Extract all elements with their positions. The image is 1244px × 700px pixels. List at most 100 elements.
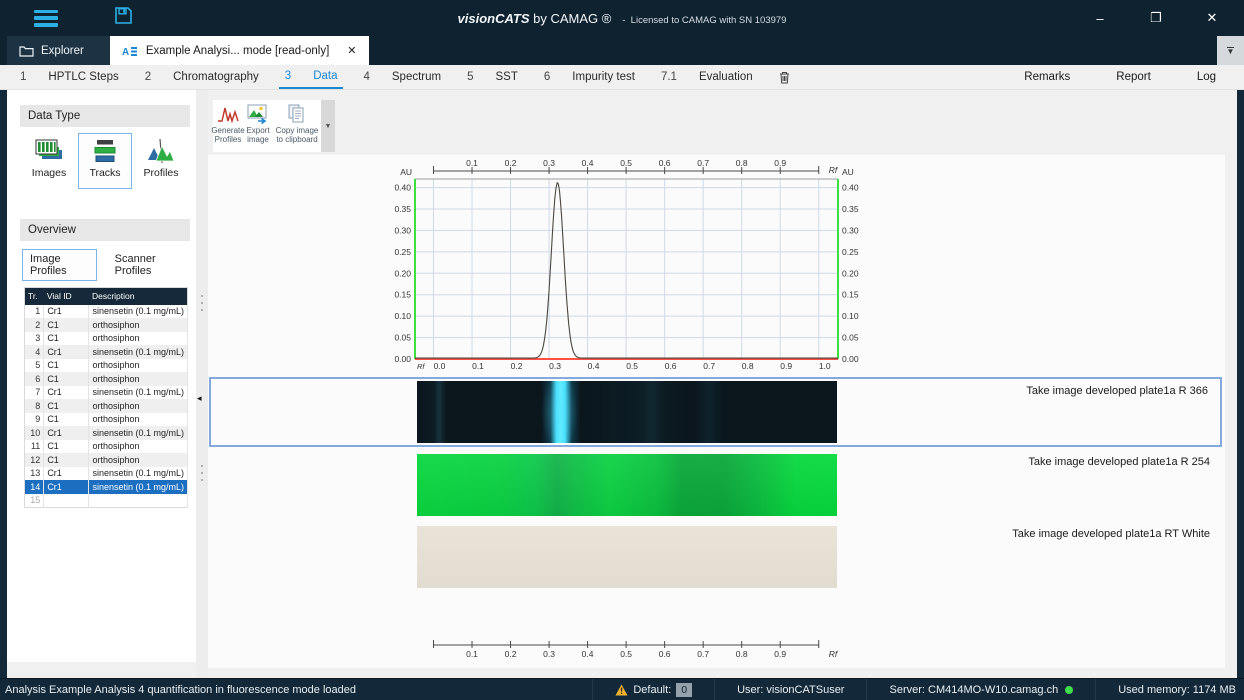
step-sst[interactable]: 5SST: [461, 65, 524, 89]
track-image-caption: Take image developed plate1a R 366: [1026, 385, 1208, 397]
svg-text:0.00: 0.00: [842, 354, 859, 364]
toolbar-scrollbar[interactable]: ▼: [321, 100, 335, 152]
svg-text:1.0: 1.0: [819, 361, 831, 371]
svg-text:0.40: 0.40: [394, 183, 411, 193]
restore-button[interactable]: ❐: [1146, 10, 1166, 26]
table-row[interactable]: 1Cr1sinensetin (0.1 mg/mL): [25, 305, 188, 319]
step-spectrum[interactable]: 4Spectrum: [357, 65, 447, 89]
svg-text:Rf: Rf: [829, 649, 839, 659]
step-hptlc-steps[interactable]: 1HPTLC Steps: [14, 65, 125, 89]
svg-text:0.10: 0.10: [842, 311, 859, 321]
svg-text:0.00: 0.00: [394, 354, 411, 364]
svg-text:0.3: 0.3: [543, 649, 555, 659]
svg-text:0.25: 0.25: [842, 247, 859, 257]
svg-text:0.35: 0.35: [842, 204, 859, 214]
svg-text:0.2: 0.2: [505, 649, 517, 659]
save-icon[interactable]: [114, 6, 133, 30]
export-image-icon: [247, 104, 269, 124]
report-button[interactable]: Report: [1116, 71, 1151, 83]
data-type-profiles[interactable]: Profiles: [134, 133, 188, 189]
plate-image-white[interactable]: [417, 526, 837, 588]
close-button[interactable]: ✕: [1202, 10, 1222, 26]
sidebar: Data Type Images: [7, 90, 196, 662]
table-row[interactable]: 3C1orthosiphon: [25, 332, 188, 346]
main-area: Generate Profiles Export image: [208, 90, 1237, 678]
svg-text:0.9: 0.9: [774, 158, 786, 168]
svg-text:0.0: 0.0: [434, 361, 446, 371]
data-type-images[interactable]: Images: [22, 133, 76, 189]
tab-close-icon[interactable]: ✕: [347, 44, 356, 57]
status-default-tasks[interactable]: Default: 0: [592, 679, 714, 700]
sidebar-splitter[interactable]: ◂: [196, 90, 208, 678]
step-evaluation[interactable]: 7.1Evaluation: [655, 65, 796, 89]
svg-text:0.4: 0.4: [582, 158, 594, 168]
data-type-header: Data Type: [20, 105, 190, 127]
step-impurity-test[interactable]: 6Impurity test: [538, 65, 641, 89]
plate-image-r254[interactable]: [417, 454, 837, 516]
export-image-button[interactable]: Export image: [243, 100, 273, 152]
table-row[interactable]: 15: [25, 494, 188, 508]
tab-scanner-profiles[interactable]: Scanner Profiles: [107, 249, 190, 281]
tab-image-profiles[interactable]: Image Profiles: [22, 249, 97, 281]
svg-text:0.2: 0.2: [511, 361, 523, 371]
table-row[interactable]: 10Cr1sinensetin (0.1 mg/mL): [25, 426, 188, 440]
tab-document[interactable]: A Example Analysi... mode [read-only] ✕: [110, 36, 369, 65]
tracks-icon: [92, 138, 118, 164]
svg-text:AU: AU: [400, 167, 412, 177]
tab-overflow-button[interactable]: ▼: [1217, 36, 1244, 65]
table-row[interactable]: 2C1orthosiphon: [25, 318, 188, 332]
generate-profiles-button[interactable]: Generate Profiles: [213, 100, 243, 152]
table-row[interactable]: 12C1orthosiphon: [25, 453, 188, 467]
table-row[interactable]: 14Cr1sinensetin (0.1 mg/mL): [25, 480, 188, 494]
step-data[interactable]: 3Data: [279, 65, 344, 89]
window-title: visionCATS by CAMAG ® - Licensed to CAMA…: [0, 11, 1244, 26]
folder-icon: [19, 45, 34, 57]
step-chromatography[interactable]: 2Chromatography: [139, 65, 265, 89]
table-row[interactable]: 6C1orthosiphon: [25, 372, 188, 386]
svg-text:0.6: 0.6: [665, 361, 677, 371]
status-server: Server: CM414MO-W10.camag.ch: [866, 679, 1095, 700]
status-message: Analysis Example Analysis 4 quantificati…: [5, 684, 356, 696]
log-button[interactable]: Log: [1197, 71, 1216, 83]
track-image-caption: Take image developed plate1a R 254: [1028, 456, 1210, 468]
svg-text:0.20: 0.20: [394, 268, 411, 278]
table-row[interactable]: 5C1orthosiphon: [25, 359, 188, 373]
plate-image-r366[interactable]: [417, 381, 837, 443]
track-image-row-white[interactable]: Take image developed plate1a RT White: [209, 522, 1222, 592]
svg-text:AU: AU: [842, 167, 854, 177]
track-image-caption: Take image developed plate1a RT White: [1012, 528, 1210, 540]
svg-text:0.20: 0.20: [842, 268, 859, 278]
svg-text:0.8: 0.8: [742, 361, 754, 371]
trash-icon[interactable]: [779, 71, 790, 84]
track-image-row-r254[interactable]: Take image developed plate1a R 254: [209, 450, 1222, 520]
minimize-button[interactable]: –: [1090, 11, 1110, 26]
svg-text:0.05: 0.05: [842, 333, 859, 343]
table-row[interactable]: 7Cr1sinensetin (0.1 mg/mL): [25, 386, 188, 400]
default-count-badge: 0: [676, 683, 692, 697]
svg-text:0.6: 0.6: [659, 649, 671, 659]
table-row[interactable]: 13Cr1sinensetin (0.1 mg/mL): [25, 467, 188, 481]
table-row[interactable]: 4Cr1sinensetin (0.1 mg/mL): [25, 345, 188, 359]
status-memory: Used memory: 1174 MB: [1095, 679, 1244, 700]
remarks-button[interactable]: Remarks: [1024, 71, 1070, 83]
menu-hamburger-icon[interactable]: [34, 10, 58, 27]
data-toolbar: Generate Profiles Export image: [213, 100, 335, 152]
table-row[interactable]: 8C1orthosiphon: [25, 399, 188, 413]
tab-bar: Explorer A Example Analysi... mode [read…: [0, 36, 1244, 65]
svg-text:0.2: 0.2: [505, 158, 517, 168]
copy-image-button[interactable]: Copy image to clipboard: [273, 100, 321, 152]
table-row[interactable]: 9C1orthosiphon: [25, 413, 188, 427]
densitogram-chart[interactable]: 0.10.20.30.40.50.60.70.80.9Rf0.000.000.0…: [393, 157, 1053, 375]
tab-document-label: Example Analysi... mode [read-only]: [146, 45, 329, 57]
status-bar: Analysis Example Analysis 4 quantificati…: [0, 678, 1244, 700]
collapse-sidebar-icon[interactable]: ◂: [197, 393, 202, 404]
data-type-tracks[interactable]: Tracks: [78, 133, 132, 189]
svg-text:0.9: 0.9: [774, 649, 786, 659]
svg-text:0.3: 0.3: [543, 158, 555, 168]
tab-explorer[interactable]: Explorer: [7, 36, 110, 65]
track-image-row-r366[interactable]: Take image developed plate1a R 366: [209, 377, 1222, 447]
tab-explorer-label: Explorer: [41, 45, 84, 57]
svg-text:A: A: [122, 47, 129, 56]
table-row[interactable]: 11C1orthosiphon: [25, 440, 188, 454]
tracks-table: Tr. Vial ID Description 1Cr1sinensetin (…: [24, 287, 188, 508]
